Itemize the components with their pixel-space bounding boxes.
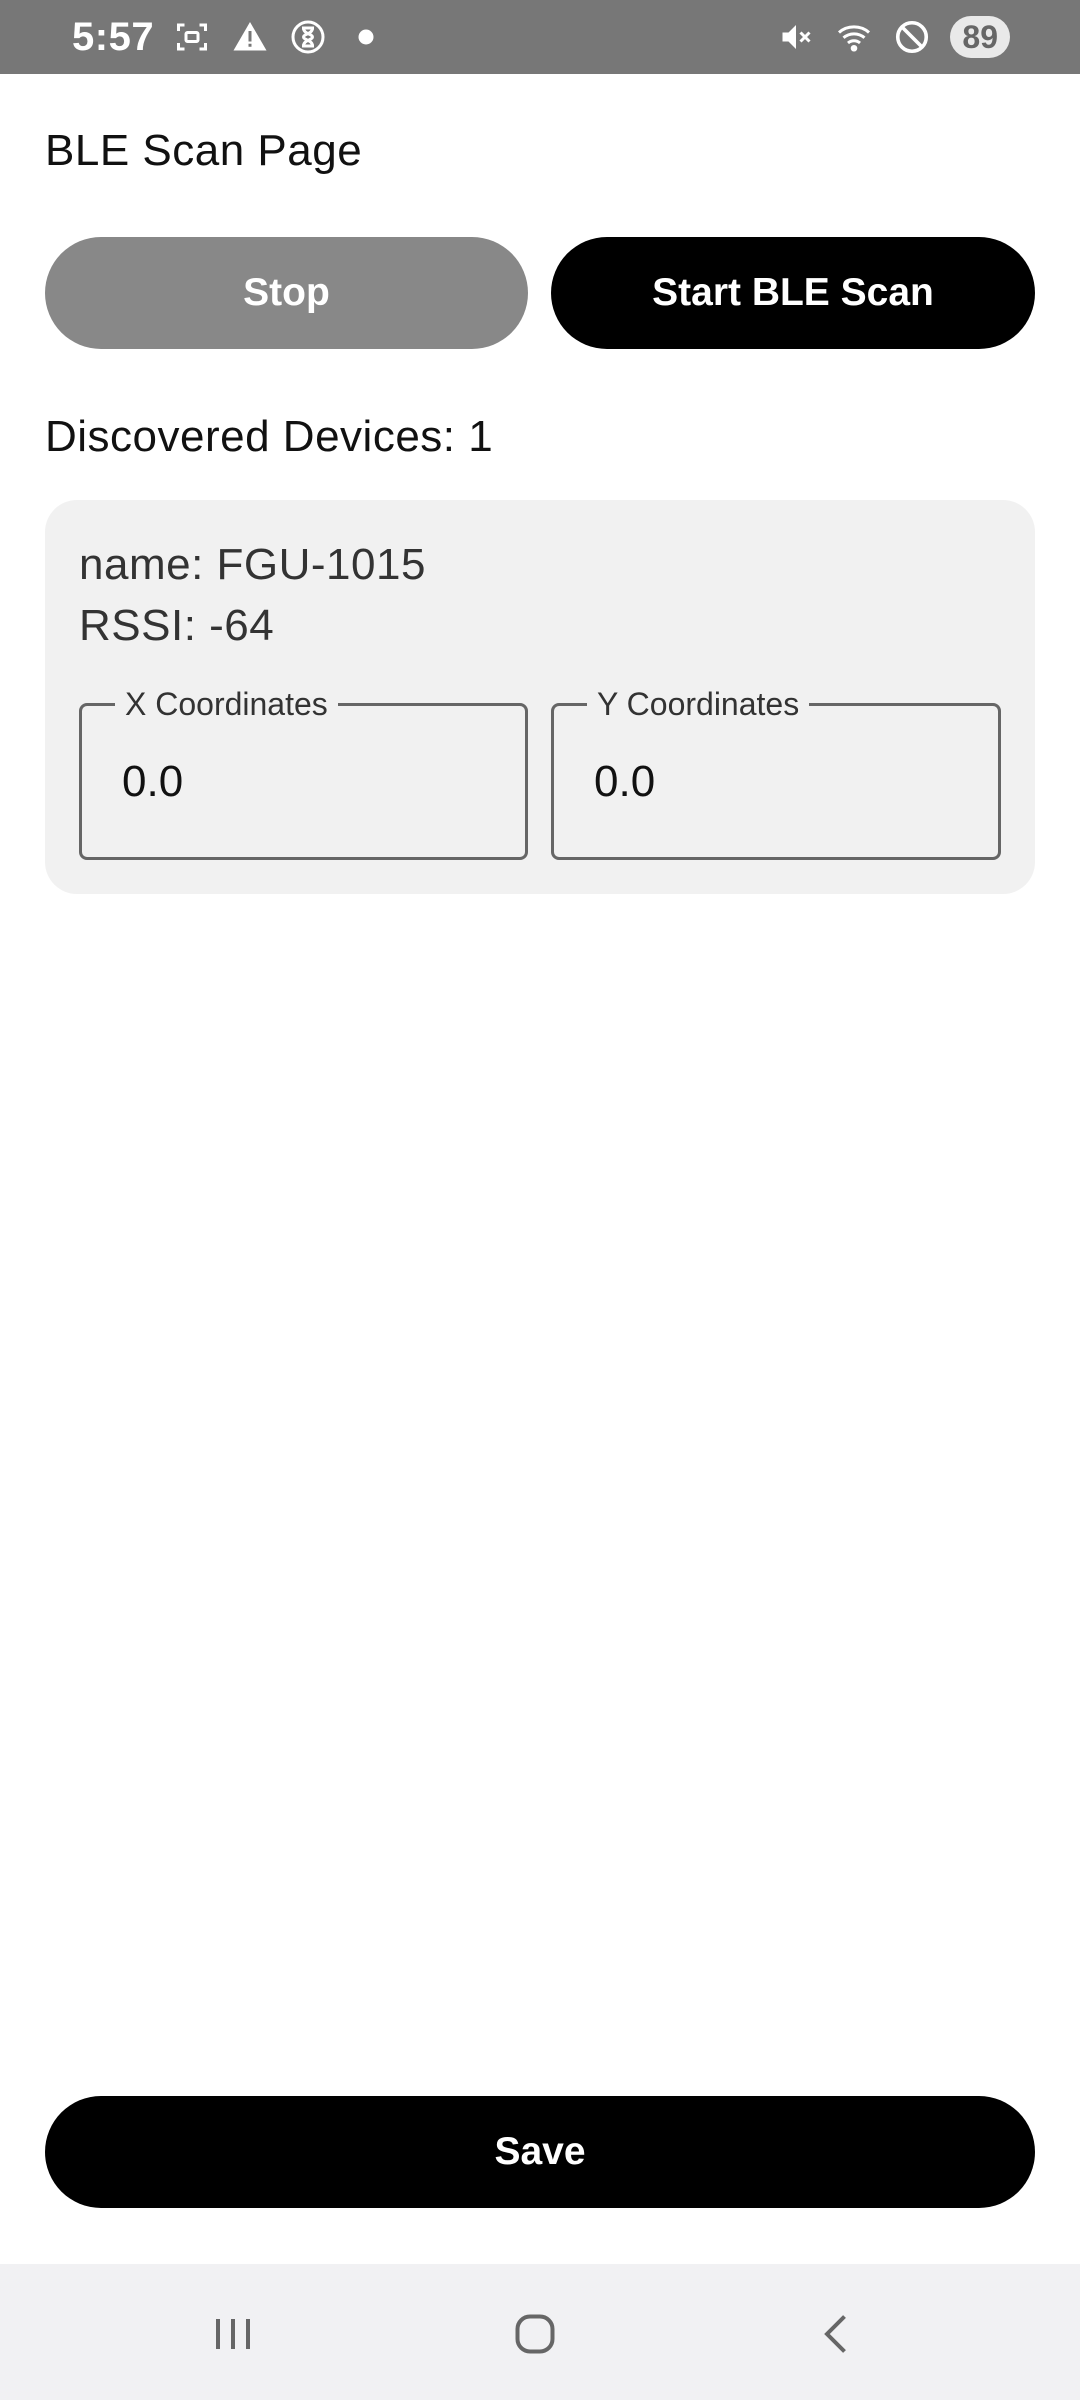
device-rssi: RSSI: -64 xyxy=(79,601,275,650)
y-coordinates-field[interactable]: Y Coordinates 0.0 xyxy=(551,684,1001,860)
save-button[interactable]: Save xyxy=(45,2096,1035,2208)
device-card: name: FGU-1015 RSSI: -64 X Coordinates 0… xyxy=(45,500,1035,894)
y-coordinates-value[interactable]: 0.0 xyxy=(594,706,655,857)
wifi-icon xyxy=(834,17,874,57)
notification-dot-icon xyxy=(346,17,386,57)
status-time: 5:57 xyxy=(72,14,155,59)
start-ble-scan-button[interactable]: Start BLE Scan xyxy=(551,237,1035,349)
device-name: name: FGU-1015 xyxy=(79,540,426,589)
x-coordinates-value[interactable]: 0.0 xyxy=(122,706,183,857)
hourglass-icon xyxy=(288,17,328,57)
status-bar: 5:57 89 xyxy=(0,0,1080,74)
warning-icon xyxy=(230,17,270,57)
stop-button[interactable]: Stop xyxy=(45,237,528,349)
back-icon[interactable] xyxy=(797,2294,877,2374)
battery-indicator: 89 xyxy=(950,16,1010,58)
x-coordinates-field[interactable]: X Coordinates 0.0 xyxy=(79,684,528,860)
status-left: 5:57 xyxy=(72,15,386,60)
mute-icon xyxy=(776,17,816,57)
screenshot-icon xyxy=(172,17,212,57)
navigation-bar xyxy=(0,2264,1080,2400)
recents-icon[interactable] xyxy=(193,2294,273,2374)
do-not-disturb-icon xyxy=(892,17,932,57)
discovered-devices-count: Discovered Devices: 1 xyxy=(45,412,494,461)
home-icon[interactable] xyxy=(495,2294,575,2374)
page-title: BLE Scan Page xyxy=(45,126,363,175)
status-right: 89 xyxy=(776,16,1010,58)
